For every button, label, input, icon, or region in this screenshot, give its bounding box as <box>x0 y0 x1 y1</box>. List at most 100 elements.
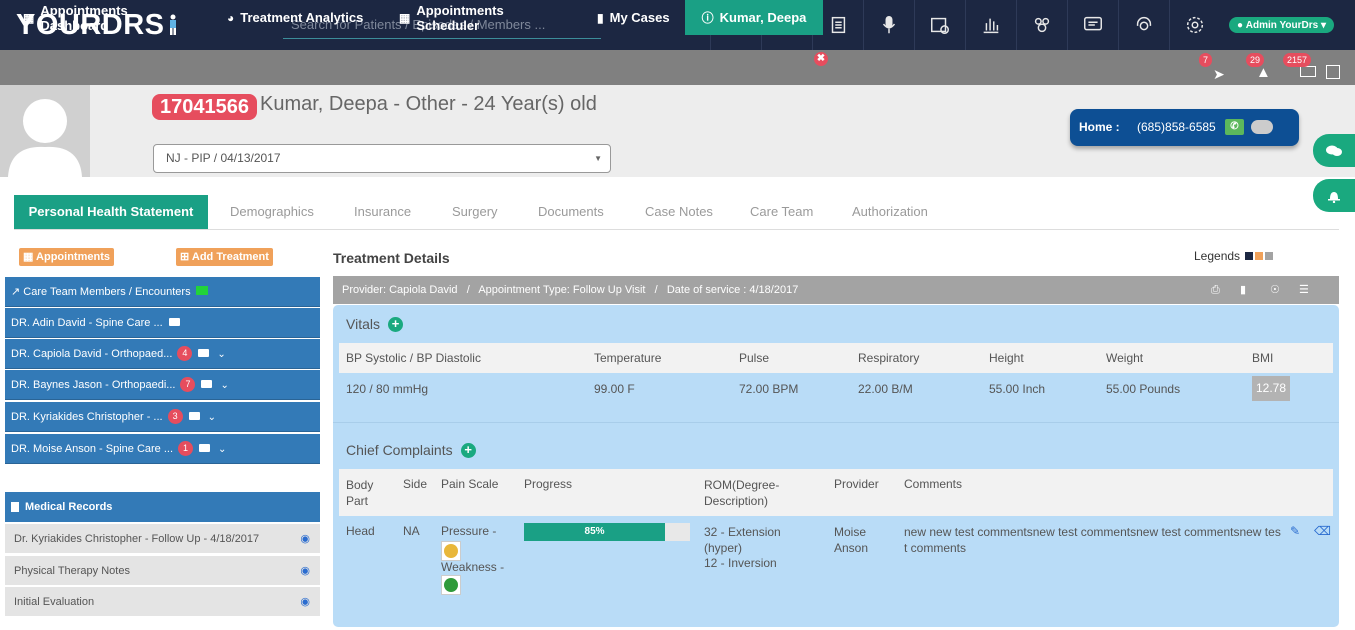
close-tab-icon[interactable]: ✖ <box>814 52 828 66</box>
nav-treatment-analytics[interactable]: ◕ Treatment Analytics <box>227 0 367 35</box>
mail-icon[interactable] <box>1300 66 1316 77</box>
complaint-header: Body Part <box>346 478 374 508</box>
provider-bar-text: Provider: Capiola David / Appointment Ty… <box>342 284 799 296</box>
chevron-double-down-icon[interactable]: ⌄ <box>217 349 225 360</box>
mail-icon[interactable] <box>199 444 211 452</box>
sms-icon[interactable] <box>1251 120 1273 134</box>
file-icon: ▮ <box>597 10 604 25</box>
legends-label: Legends <box>1194 249 1241 263</box>
care-team-member[interactable]: DR. Baynes Jason - Orthopaedi... 7 ⌄ <box>5 370 320 400</box>
care-team-member[interactable]: DR. Kyriakides Christopher - ... 3 ⌄ <box>5 402 320 432</box>
provider-bar: Provider: Capiola David / Appointment Ty… <box>333 276 1339 304</box>
menu-icon[interactable]: ☰ <box>1299 276 1309 304</box>
calendar-icon[interactable] <box>1326 65 1340 79</box>
vitals-value: 120 / 80 mmHg <box>346 382 429 396</box>
encounter-count-badge: 7 <box>180 377 196 392</box>
add-complaint-icon[interactable]: + <box>460 443 476 458</box>
complaint-header: Pain Scale <box>441 477 499 491</box>
tab-personal-health-statement[interactable]: Personal Health Statement <box>14 195 208 229</box>
pain-scale-label: Weakness - <box>441 560 505 574</box>
nav-bar <box>0 50 1355 85</box>
mail-icon[interactable] <box>201 380 213 388</box>
tab-insurance[interactable]: Insurance <box>354 195 411 229</box>
document-icon[interactable]: ▮ <box>1240 276 1246 304</box>
nav-my-cases[interactable]: ▮ My Cases <box>597 0 677 35</box>
complaint-header: Progress <box>524 477 573 491</box>
phone-call-icon[interactable]: ✆ <box>1225 119 1244 135</box>
tab-documents[interactable]: Documents <box>538 195 604 229</box>
chevron-double-down-icon[interactable]: ⌄ <box>208 412 216 423</box>
complaint-header: Comments <box>904 477 963 491</box>
legend-swatch <box>1265 252 1274 260</box>
bar-chart-icon[interactable] <box>965 0 1016 50</box>
add-treatment-button[interactable]: ⊞ Add Treatment <box>176 248 273 266</box>
add-treatment-button-label: Add Treatment <box>191 251 269 263</box>
medical-record-item[interactable]: Physical Therapy Notes ◉ <box>5 556 320 586</box>
complaint-comments: new new test commentsnew test commentsne… <box>904 525 1281 555</box>
complaint-header: Side <box>403 477 428 491</box>
nav-appointments-dashboard[interactable]: ▦ Appointments Dashboard <box>23 0 193 35</box>
record-label: Initial Evaluation <box>14 596 95 608</box>
vitals-title-text: Vitals <box>346 316 380 332</box>
print-icon[interactable]: ⎙ <box>1211 276 1220 304</box>
admin-user-button[interactable]: ● Admin YourDrs ▾ <box>1229 17 1334 33</box>
tab-case-notes[interactable]: Case Notes <box>645 195 713 229</box>
info-icon: ⓘ <box>701 11 714 25</box>
medical-record-item[interactable]: Initial Evaluation ◉ <box>5 587 320 617</box>
progress-fill: 85% <box>524 523 666 541</box>
chat-icon[interactable] <box>1067 0 1118 50</box>
gear-icon[interactable] <box>1169 0 1220 50</box>
side-chat-button[interactable] <box>1313 134 1355 167</box>
eye-icon[interactable]: ◉ <box>300 556 310 586</box>
vitals-value: 99.00 F <box>594 382 635 396</box>
episode-select[interactable]: NJ - PIP / 04/13/2017 ▼ <box>153 144 611 173</box>
unlock-icon[interactable]: ☉ <box>1270 276 1280 304</box>
mail-icon[interactable] <box>188 412 200 420</box>
bmi-value: 12.78 <box>1252 376 1290 401</box>
nav-appointments-scheduler[interactable]: ▦ Appointments Scheduler <box>399 0 569 35</box>
edit-icon[interactable]: ✎ <box>1290 524 1300 538</box>
complaint-header: Provider <box>834 477 879 491</box>
add-vitals-icon[interactable]: + <box>387 317 403 332</box>
vitals-title: Vitals + <box>346 316 403 332</box>
eye-icon[interactable]: ◉ <box>300 524 310 554</box>
vitals-header: Temperature <box>594 351 662 365</box>
tab-care-team[interactable]: Care Team <box>750 195 813 229</box>
patient-tabs: Personal Health Statement Demographics I… <box>14 195 1339 230</box>
chevron-double-down-icon[interactable]: ⌄ <box>218 444 226 455</box>
chevron-double-down-icon[interactable]: ⌄ <box>220 380 228 391</box>
vitals-header: Height <box>989 351 1024 365</box>
legend-swatch <box>1245 252 1254 260</box>
delete-icon[interactable]: ⌫ <box>1314 524 1331 538</box>
encounter-count-badge: 1 <box>178 441 194 456</box>
care-team-header[interactable]: ↗ Care Team Members / Encounters <box>5 277 320 307</box>
patient-title: Kumar, Deepa - Other - 24 Year(s) old <box>260 93 597 115</box>
divider <box>333 422 1339 423</box>
chat-bubbles-icon <box>1326 145 1342 156</box>
vitals-header: Pulse <box>739 351 770 365</box>
appointments-button[interactable]: ▦ Appointments <box>19 248 114 266</box>
patient-avatar <box>0 85 90 177</box>
microphone-icon[interactable] <box>863 0 914 50</box>
medical-record-item[interactable]: Dr. Kyriakides Christopher - Follow Up -… <box>5 524 320 554</box>
care-team-member[interactable]: DR. Capiola David - Orthopaed... 4 ⌄ <box>5 339 320 369</box>
support-headset-icon[interactable] <box>1118 0 1169 50</box>
mail-icon[interactable] <box>168 318 180 326</box>
tab-demographics[interactable]: Demographics <box>230 195 314 229</box>
doctor-name: DR. Capiola David - Orthopaed... <box>11 348 173 360</box>
phone-box: Home : (685)858-6585 ✆ <box>1070 109 1299 146</box>
mail-icon[interactable] <box>198 349 210 357</box>
tab-authorization[interactable]: Authorization <box>852 195 928 229</box>
care-team-member[interactable]: DR. Adin David - Spine Care ... <box>5 308 320 338</box>
users-group-icon[interactable] <box>1016 0 1067 50</box>
medical-records-header[interactable]: Medical Records <box>5 492 320 522</box>
vitals-header: Weight <box>1106 351 1144 365</box>
calendar-clock-icon[interactable] <box>914 0 965 50</box>
eye-icon[interactable]: ◉ <box>300 587 310 617</box>
record-label: Dr. Kyriakides Christopher - Follow Up -… <box>14 533 260 545</box>
tab-surgery[interactable]: Surgery <box>452 195 498 229</box>
nav-patient-tab[interactable]: ⓘ Kumar, Deepa <box>685 0 823 35</box>
care-team-member[interactable]: DR. Moise Anson - Spine Care ... 1 ⌄ <box>5 434 320 464</box>
dashboard-icon: ◕ <box>227 10 235 25</box>
calendar-icon: ▦ <box>23 10 35 25</box>
